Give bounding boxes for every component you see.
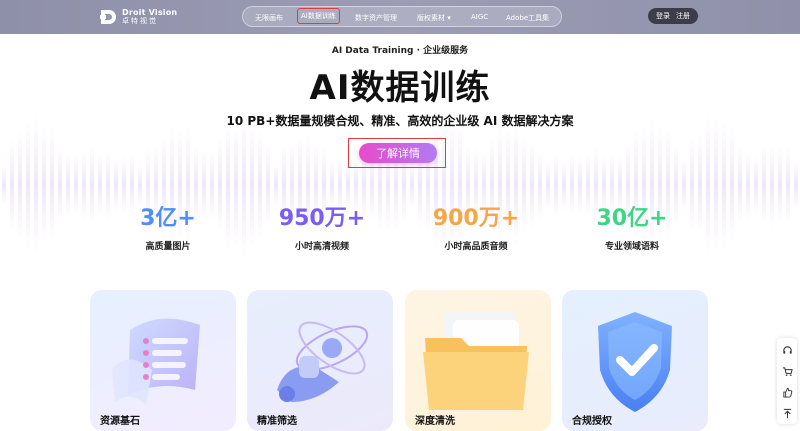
stat-label: 高质量图片 bbox=[145, 242, 191, 252]
card-resource-foundation[interactable]: 资源基石 bbox=[90, 290, 236, 431]
login-button[interactable]: 登录 bbox=[656, 11, 670, 21]
nav-item-ai-data-training[interactable]: AI数据训练 bbox=[297, 8, 340, 24]
card-precise-filtering[interactable]: 精准筛选 bbox=[247, 290, 393, 431]
stat-corpus: 30亿+ 专业领域语料 bbox=[552, 200, 712, 252]
stat-videos: 950万+ 小时高清视频 bbox=[242, 200, 402, 252]
wave-bar bbox=[754, 155, 758, 215]
logo-text-cn: 卓特视觉 bbox=[122, 17, 158, 25]
headset-icon[interactable] bbox=[777, 340, 797, 360]
stat-images: 3亿+ 高质量图片 bbox=[88, 200, 248, 252]
document-stack-icon bbox=[112, 318, 200, 405]
wave-bar bbox=[66, 151, 70, 219]
wave-bar bbox=[34, 115, 38, 255]
stat-label: 小时高清视频 bbox=[294, 242, 349, 252]
card-title: 精准筛选 bbox=[257, 416, 297, 427]
nav-item-licensed-content[interactable]: 版权素材 ▾ bbox=[417, 13, 451, 23]
wave-bar bbox=[74, 152, 78, 218]
wave-bar bbox=[794, 159, 798, 211]
card-deep-cleaning[interactable]: 深度清洗 bbox=[405, 290, 551, 431]
wave-bar bbox=[730, 127, 734, 243]
stat-audio: 900万+ 小时高品质音频 bbox=[396, 200, 556, 252]
nav-item-adobe-tools[interactable]: Adobe工具集 bbox=[506, 13, 549, 23]
shield-check-icon bbox=[598, 312, 672, 412]
logo-mark-icon bbox=[100, 9, 118, 25]
nav-item-aigc[interactable]: AIGC bbox=[471, 13, 488, 21]
top-nav-bar: Droit Vision 卓特视觉 无限画布 AI数据训练 数字资产管理 版权素… bbox=[0, 0, 800, 34]
wave-bar bbox=[82, 149, 86, 221]
wave-bar bbox=[762, 143, 766, 227]
stat-value: 900万+ bbox=[432, 206, 520, 231]
back-to-top-icon[interactable] bbox=[777, 403, 797, 423]
cart-icon[interactable] bbox=[777, 361, 797, 381]
wave-bar bbox=[26, 119, 30, 251]
learn-more-button[interactable]: 了解详情 bbox=[359, 143, 437, 163]
stat-value: 30亿+ bbox=[596, 206, 668, 231]
wave-bar bbox=[58, 144, 62, 226]
stat-label: 小时高品质音频 bbox=[444, 242, 508, 252]
hero-title: AI数据训练 bbox=[309, 68, 491, 108]
card-title: 资源基石 bbox=[100, 416, 140, 427]
wave-bar bbox=[746, 150, 750, 220]
auth-pill: 登录 注册 bbox=[648, 8, 698, 24]
card-compliance-licensing[interactable]: 合规授权 bbox=[562, 290, 708, 431]
thumb-up-icon[interactable] bbox=[777, 382, 797, 402]
register-button[interactable]: 注册 bbox=[676, 11, 690, 21]
robot-atom-icon bbox=[277, 321, 369, 402]
card-title: 合规授权 bbox=[572, 416, 612, 427]
card-title: 深度清洗 bbox=[415, 416, 455, 427]
stat-value: 950万+ bbox=[278, 206, 366, 231]
main-nav: 无限画布 AI数据训练 数字资产管理 版权素材 ▾ AIGC Adobe工具集 bbox=[242, 6, 562, 27]
floating-toolbar bbox=[777, 338, 797, 424]
wave-bar bbox=[2, 165, 6, 205]
nav-item-canvas[interactable]: 无限画布 bbox=[255, 13, 283, 23]
hero-description: 10 PB+数据量规模合规、精准、高效的企业级 AI 数据解决方案 bbox=[226, 114, 574, 128]
wave-bar bbox=[18, 130, 22, 240]
nav-item-digital-asset[interactable]: 数字资产管理 bbox=[355, 13, 397, 23]
stat-value: 3亿+ bbox=[140, 206, 196, 231]
wave-bar bbox=[722, 120, 726, 250]
stat-label: 专业领域语料 bbox=[604, 242, 659, 252]
wave-bar bbox=[714, 117, 718, 253]
logo[interactable]: Droit Vision 卓特视觉 bbox=[100, 6, 177, 28]
wave-bar bbox=[42, 125, 46, 245]
wave-bar bbox=[778, 146, 782, 224]
logo-text-en: Droit Vision bbox=[122, 8, 178, 17]
wave-bar bbox=[770, 141, 774, 229]
wave-bar bbox=[786, 145, 790, 225]
wave-bar bbox=[10, 139, 14, 231]
wave-bar bbox=[738, 145, 742, 225]
folder-icon bbox=[423, 312, 529, 410]
wave-bar bbox=[50, 126, 54, 244]
hero-subtitle: AI Data Training · 企业级服务 bbox=[331, 46, 469, 56]
